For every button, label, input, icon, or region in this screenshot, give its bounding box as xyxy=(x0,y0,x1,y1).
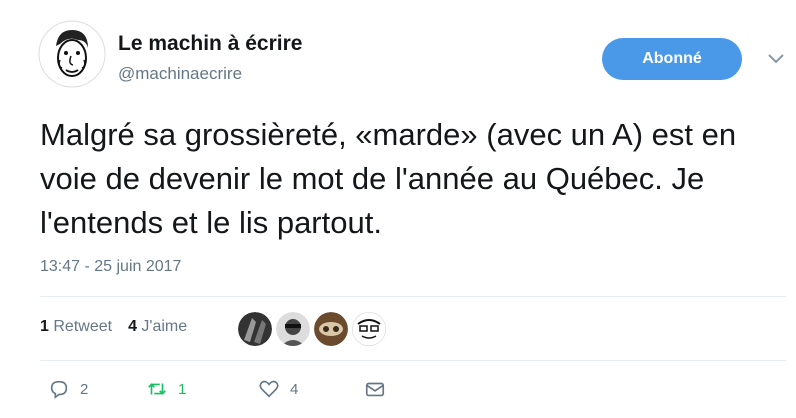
envelope-icon xyxy=(365,382,385,397)
avatar[interactable] xyxy=(38,20,106,88)
retweet-icon xyxy=(148,383,166,395)
liker-avatar[interactable] xyxy=(276,312,310,346)
chevron-down-icon[interactable] xyxy=(766,52,786,66)
retweet-count: 1 xyxy=(178,380,187,398)
message-button[interactable] xyxy=(364,378,386,400)
liker-avatar[interactable] xyxy=(314,312,348,346)
author-handle[interactable]: @machinaecrire xyxy=(118,64,242,84)
heart-icon xyxy=(259,380,279,398)
liker-avatar[interactable] xyxy=(352,312,386,346)
reply-button[interactable]: 2 xyxy=(48,378,88,400)
tweet-text: Malgré sa grossièreté, «marde» (avec un … xyxy=(40,117,737,240)
liker-avatars xyxy=(238,312,386,346)
tweet-stats: 1 Retweet 4 J'aime xyxy=(40,318,187,336)
reply-count: 2 xyxy=(80,380,89,398)
retweet-button[interactable]: 1 xyxy=(146,378,186,400)
tweet-timestamp[interactable]: 13:47 - 25 juin 2017 xyxy=(40,258,181,276)
divider xyxy=(40,296,786,297)
divider xyxy=(40,360,786,361)
like-stat[interactable]: 4 J'aime xyxy=(128,318,187,336)
liker-avatar[interactable] xyxy=(238,312,272,346)
tweet-actions: 2 1 4 xyxy=(48,378,408,404)
author-name[interactable]: Le machin à écrire xyxy=(118,32,302,56)
like-button[interactable]: 4 xyxy=(258,378,298,400)
retweet-stat[interactable]: 1 Retweet xyxy=(40,318,112,336)
follow-button[interactable]: Abonné xyxy=(602,38,742,80)
like-count: 4 xyxy=(290,380,299,398)
reply-icon xyxy=(50,380,68,399)
